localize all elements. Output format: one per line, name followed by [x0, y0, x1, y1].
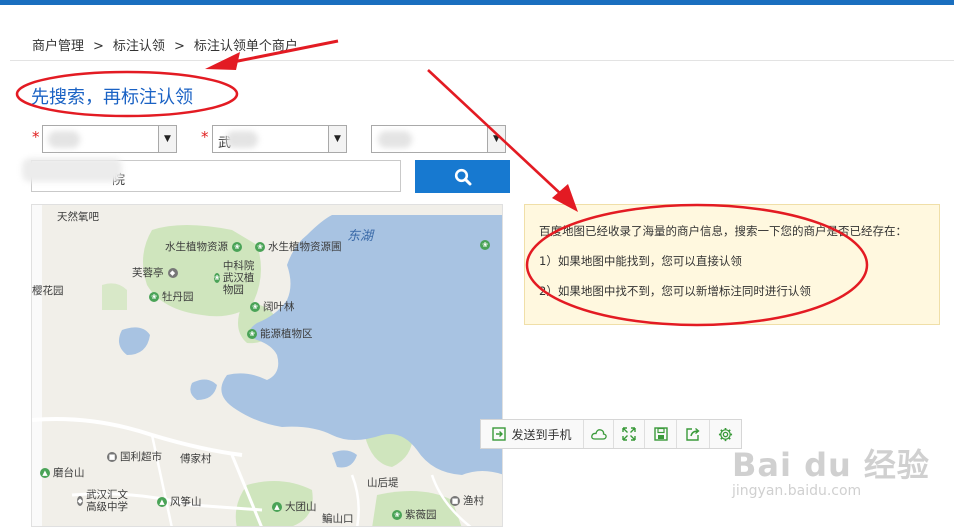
park-icon: ❀ [214, 273, 220, 283]
required-mark: * [201, 128, 209, 146]
map-poi[interactable]: 鳊山口 [322, 511, 354, 526]
park-icon: ❀ [149, 291, 159, 302]
village-icon: ■ [450, 495, 460, 506]
chevron-down-icon[interactable]: ▼ [328, 126, 346, 152]
info-text-line3: 2）如果地图中找不到，您可以新增标注同时进行认领 [539, 284, 811, 298]
save-button[interactable] [645, 420, 678, 448]
map-poi[interactable]: ■ 国利超市 [107, 449, 162, 464]
redacted-value [48, 131, 80, 148]
map-poi[interactable]: ❀ 水生植物资源圃 [255, 239, 342, 254]
map-poi[interactable]: 天然氧吧 [57, 209, 99, 224]
breadcrumb-separator: > [173, 39, 185, 54]
chevron-down-icon[interactable]: ▼ [487, 126, 505, 152]
map-poi[interactable]: ❀ 能源植物区 [247, 326, 313, 341]
map-toolbar: 发送到手机 [480, 419, 742, 449]
map-poi[interactable]: ❀ 中科院武汉植物园 [214, 260, 262, 296]
watermark-brand: Bai du 经验 [732, 446, 930, 484]
search-button[interactable] [415, 160, 510, 193]
park-icon: ❀ [247, 328, 257, 339]
fullscreen-icon [622, 427, 636, 441]
breadcrumb-item-merchant-management[interactable]: 商户管理 [32, 39, 84, 54]
send-to-phone-icon [492, 427, 507, 441]
redacted-value [378, 131, 412, 148]
breadcrumb: 商户管理 > 标注认领 > 标注认领单个商户 [32, 35, 298, 54]
park-icon: ❀ [250, 301, 260, 312]
map-poi[interactable]: ▲ 风筝山 [157, 494, 202, 509]
park-icon: ❀ [232, 241, 242, 252]
park-icon: ❀ [392, 509, 402, 520]
pavilion-icon: ◆ [167, 267, 178, 278]
breadcrumb-item-annotate-claim[interactable]: 标注认领 [113, 39, 165, 54]
fullscreen-button[interactable] [614, 420, 645, 448]
cloud-icon [590, 429, 607, 440]
map-poi[interactable]: 樱花园 [32, 283, 64, 298]
search-icon [454, 168, 471, 185]
watermark-url: jingyan.baidu.com [732, 483, 862, 499]
map-poi[interactable]: ❀ [480, 240, 493, 250]
settings-icon [718, 427, 732, 441]
redacted-value [226, 131, 258, 148]
map-poi[interactable]: 水生植物资源 ❀ [165, 239, 245, 254]
mountain-icon: ▲ [40, 467, 50, 478]
park-icon: ❀ [480, 240, 490, 250]
send-to-phone-button[interactable]: 发送到手机 [481, 420, 584, 448]
share-icon [686, 427, 700, 441]
map-poi[interactable]: ❀ 紫薇园 [392, 507, 437, 522]
info-text-line1: 百度地图已经收录了海量的商户信息，搜索一下您的商户是否已经存在： [539, 224, 907, 238]
header-divider [10, 60, 954, 61]
info-text-line2: 1）如果地图中能找到，您可以直接认领 [539, 254, 742, 268]
map-poi[interactable]: ■ 渔村 [450, 493, 484, 508]
chevron-down-icon[interactable]: ▼ [158, 126, 176, 152]
share-button[interactable] [677, 420, 710, 448]
save-icon [653, 427, 668, 441]
map-poi[interactable]: ❀ 阔叶林 [250, 299, 295, 314]
map-view[interactable]: 东湖 天然氧吧 水生植物资源 ❀ ❀ 水生植物资源圃 芙蓉亭 ◆ ❀ 中科院武汉植物园 … [31, 204, 503, 527]
breadcrumb-item-current: 标注认领单个商户 [193, 39, 298, 54]
breadcrumb-separator: > [93, 39, 104, 54]
map-poi[interactable]: 山后堤 [367, 475, 399, 490]
mountain-icon: ▲ [272, 501, 282, 512]
info-panel: 百度地图已经收录了海量的商户信息，搜索一下您的商户是否已经存在： 1）如果地图中… [524, 204, 940, 325]
park-icon: ❀ [255, 241, 265, 252]
map-poi[interactable]: ❀ 牡丹园 [149, 289, 194, 304]
page-title: 先搜索，再标注认领 [31, 87, 193, 108]
map-label-lake: 东湖 [347, 229, 374, 244]
send-to-phone-label: 发送到手机 [511, 427, 572, 442]
map-poi[interactable]: 傅家村 [180, 451, 212, 466]
map-poi[interactable]: ▲ 磨台山 [40, 465, 85, 480]
redacted-value [22, 158, 122, 182]
map-poi[interactable]: ▲ 大团山 [272, 499, 317, 514]
school-icon: ◆ [77, 496, 84, 506]
top-accent-bar [0, 0, 954, 5]
map-poi[interactable]: ◆ 武汉汇文高级中学 [77, 489, 137, 513]
mountain-icon: ▲ [157, 496, 167, 507]
baidu-watermark: Bai du 经验 jingyan.baidu.com [732, 440, 930, 499]
shop-icon: ■ [107, 451, 117, 462]
map-poi[interactable]: 芙蓉亭 ◆ [132, 265, 181, 280]
cloud-button[interactable] [584, 420, 615, 448]
required-mark: * [32, 128, 40, 146]
